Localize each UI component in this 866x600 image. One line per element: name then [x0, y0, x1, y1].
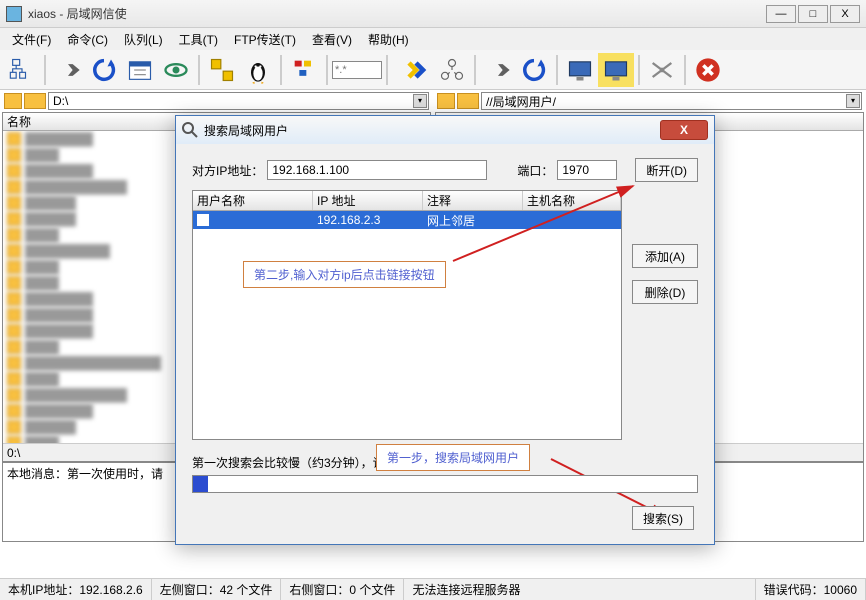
port-label: 端口：: [517, 162, 553, 179]
search-lan-dialog: 搜索局域网用户 X 对方IP地址： 端口： 断开(D) 用户名称 IP 地址 注…: [175, 115, 715, 545]
log-text: 本地消息：第一次使用时，请: [7, 467, 163, 481]
menubar: 文件(F) 命令(C) 队列(L) 工具(T) FTP传送(T) 查看(V) 帮…: [0, 28, 866, 50]
cell-ip: 192.168.2.3: [313, 211, 423, 229]
cell-host: [523, 211, 621, 229]
col-host[interactable]: 主机名称: [523, 191, 621, 210]
folder-up-icon[interactable]: [24, 93, 46, 109]
close-button[interactable]: X: [830, 5, 860, 23]
monitor-highlight-icon[interactable]: [598, 53, 634, 87]
folder-up-icon[interactable]: [457, 93, 479, 109]
dialog-titlebar[interactable]: 搜索局域网用户 X: [176, 116, 714, 144]
flags-icon[interactable]: [286, 53, 322, 87]
annotation-step1: 第一步，搜索局域网用户: [376, 444, 530, 471]
status-right-count: 右侧窗口：0 个文件: [281, 579, 404, 600]
app-icon: [6, 6, 22, 22]
menu-file[interactable]: 文件(F): [4, 29, 59, 50]
right-address-text: //局域网用户/: [486, 93, 556, 110]
refresh-icon-2[interactable]: [516, 53, 552, 87]
plug-icon[interactable]: [398, 53, 434, 87]
cell-comment: 网上邻居: [423, 211, 523, 229]
menu-view[interactable]: 查看(V): [304, 29, 360, 50]
list-row-selected[interactable]: 192.168.2.3 网上邻居: [193, 211, 621, 229]
folder-icon[interactable]: [4, 93, 22, 109]
arrow-right-icon[interactable]: [50, 53, 86, 87]
status-ip: 本机IP地址：192.168.2.6: [0, 579, 152, 600]
folder-icon[interactable]: [437, 93, 455, 109]
status-left-count: 左侧窗口：42 个文件: [152, 579, 282, 600]
add-button[interactable]: 添加(A): [632, 244, 698, 268]
window-titlebar: xiaos - 局域网信使 — □ X: [0, 0, 866, 28]
chevron-down-icon[interactable]: ▾: [413, 94, 427, 108]
progress-bar: [192, 475, 698, 493]
stop-icon[interactable]: [690, 53, 726, 87]
dialog-close-button[interactable]: X: [660, 120, 708, 140]
search-button[interactable]: 搜索(S): [632, 506, 694, 530]
col-ip[interactable]: IP 地址: [313, 191, 423, 210]
menu-command[interactable]: 命令(C): [59, 29, 116, 50]
address-row: D:\ ▾ //局域网用户/ ▾: [0, 90, 866, 112]
minimize-button[interactable]: —: [766, 5, 796, 23]
penguin-icon[interactable]: [240, 53, 276, 87]
port-input[interactable]: [557, 160, 617, 180]
menu-help[interactable]: 帮助(H): [360, 29, 417, 50]
status-conn: 无法连接远程服务器: [404, 579, 755, 600]
user-listbox[interactable]: 用户名称 IP 地址 注释 主机名称 192.168.2.3 网上邻居 第二步,…: [192, 190, 622, 440]
dialog-title: 搜索局域网用户: [204, 122, 288, 139]
refresh-icon[interactable]: [86, 53, 122, 87]
col-comment[interactable]: 注释: [423, 191, 523, 210]
statusbar: 本机IP地址：192.168.2.6 左侧窗口：42 个文件 右侧窗口：0 个文…: [0, 578, 866, 600]
status-error: 错误代码：10060: [756, 579, 866, 600]
maximize-button[interactable]: □: [798, 5, 828, 23]
eye-icon[interactable]: [158, 53, 194, 87]
disconnect-button[interactable]: 断开(D): [635, 158, 698, 182]
monitor-icon[interactable]: [562, 53, 598, 87]
network-icon[interactable]: [434, 53, 470, 87]
chevron-down-icon[interactable]: ▾: [846, 94, 860, 108]
progress-fill: [193, 476, 208, 492]
tree-icon[interactable]: [4, 53, 40, 87]
calendar-icon[interactable]: [122, 53, 158, 87]
menu-queue[interactable]: 队列(L): [116, 29, 171, 50]
menu-ftp[interactable]: FTP传送(T): [226, 29, 304, 50]
antenna-icon[interactable]: [644, 53, 680, 87]
annotation-step2: 第二步,输入对方ip后点击链接按钮: [243, 261, 446, 288]
ip-input[interactable]: [267, 160, 487, 180]
ip-label: 对方IP地址：: [192, 162, 263, 179]
delete-button[interactable]: 删除(D): [632, 280, 698, 304]
toolbar: [0, 50, 866, 90]
cell-user: [193, 211, 313, 229]
col-user[interactable]: 用户名称: [193, 191, 313, 210]
left-address-text: D:\: [53, 94, 68, 108]
right-address-combo[interactable]: //局域网用户/ ▾: [481, 92, 862, 110]
list-headers: 用户名称 IP 地址 注释 主机名称: [193, 191, 621, 211]
search-icon: [182, 122, 198, 138]
pattern-input[interactable]: [332, 61, 382, 79]
menu-tools[interactable]: 工具(T): [171, 29, 226, 50]
window-title: xiaos - 局域网信使: [28, 5, 766, 22]
windows-icon[interactable]: [204, 53, 240, 87]
arrow-right-icon-2[interactable]: [480, 53, 516, 87]
left-address-combo[interactable]: D:\ ▾: [48, 92, 429, 110]
